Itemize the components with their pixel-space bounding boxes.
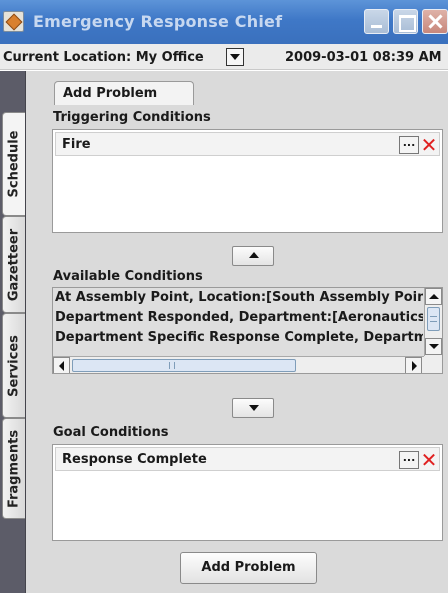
list-item[interactable]: Fire ... ✕: [55, 132, 440, 156]
tab-add-problem-label: Add Problem: [63, 86, 158, 101]
list-item[interactable]: Department Specific Response Complete, D…: [55, 330, 423, 350]
window-title: Emergency Response Chief: [33, 12, 283, 31]
list-item[interactable]: Department Responded, Department:[Aerona…: [55, 310, 423, 330]
triggering-conditions-list[interactable]: Fire ... ✕: [52, 129, 443, 233]
list-item[interactable]: Response Complete ... ✕: [55, 447, 440, 471]
tab-services[interactable]: Services: [2, 313, 25, 418]
vertical-scrollbar[interactable]: [424, 288, 442, 356]
scroll-left-button[interactable]: [53, 357, 70, 373]
goal-conditions-label: Goal Conditions: [53, 425, 169, 440]
tab-gazetteer[interactable]: Gazetteer: [2, 216, 25, 313]
add-problem-button[interactable]: Add Problem: [180, 552, 317, 584]
tab-gazetteer-label: Gazetteer: [6, 228, 22, 301]
available-conditions-list[interactable]: At Assembly Point, Location:[South Assem…: [52, 287, 443, 374]
tab-schedule-label: Schedule: [6, 130, 22, 198]
goal-condition-text: Response Complete: [62, 452, 207, 467]
location-dropdown-button[interactable]: [226, 48, 244, 66]
move-up-button[interactable]: [232, 246, 274, 266]
remove-triggering-condition-icon[interactable]: ✕: [419, 135, 439, 155]
edit-goal-condition-button[interactable]: ...: [399, 451, 419, 469]
scroll-right-button[interactable]: [405, 357, 422, 373]
current-location-label: Current Location: My Office: [3, 50, 204, 65]
side-tab-strip: Schedule Gazetteer Services Fragments: [0, 71, 26, 593]
horizontal-scrollbar[interactable]: [53, 356, 424, 373]
goal-conditions-list[interactable]: Response Complete ... ✕: [52, 444, 443, 541]
triggering-condition-text: Fire: [62, 137, 91, 152]
minimize-button[interactable]: [364, 9, 389, 34]
tab-add-problem[interactable]: Add Problem: [54, 81, 194, 105]
list-item[interactable]: At Assembly Point, Location:[South Assem…: [55, 290, 423, 310]
remove-goal-condition-icon[interactable]: ✕: [419, 450, 439, 470]
window-title-bar[interactable]: Emergency Response Chief: [0, 0, 448, 44]
location-bar: Current Location: My Office 2009-03-01 0…: [0, 44, 448, 70]
tab-fragments-label: Fragments: [6, 429, 22, 508]
scrollbar-corner: [424, 356, 442, 373]
maximize-button[interactable]: [393, 9, 418, 34]
app-icon: [3, 11, 24, 32]
scroll-up-button[interactable]: [425, 288, 442, 305]
tab-schedule[interactable]: Schedule: [2, 112, 25, 216]
scroll-down-button[interactable]: [425, 338, 442, 355]
edit-triggering-condition-button[interactable]: ...: [399, 136, 419, 154]
datetime-display: 2009-03-01 08:39 AM: [285, 50, 442, 65]
move-down-button[interactable]: [232, 398, 274, 418]
close-button[interactable]: [422, 9, 448, 34]
tab-fragments[interactable]: Fragments: [2, 418, 25, 519]
arrow-up-icon: [249, 252, 259, 258]
tab-services-label: Services: [6, 334, 22, 397]
arrow-down-icon: [249, 405, 259, 411]
available-conditions-label: Available Conditions: [53, 269, 203, 284]
triggering-conditions-label: Triggering Conditions: [53, 110, 211, 125]
vertical-scroll-thumb[interactable]: [427, 307, 440, 331]
horizontal-scroll-thumb[interactable]: [72, 359, 296, 372]
